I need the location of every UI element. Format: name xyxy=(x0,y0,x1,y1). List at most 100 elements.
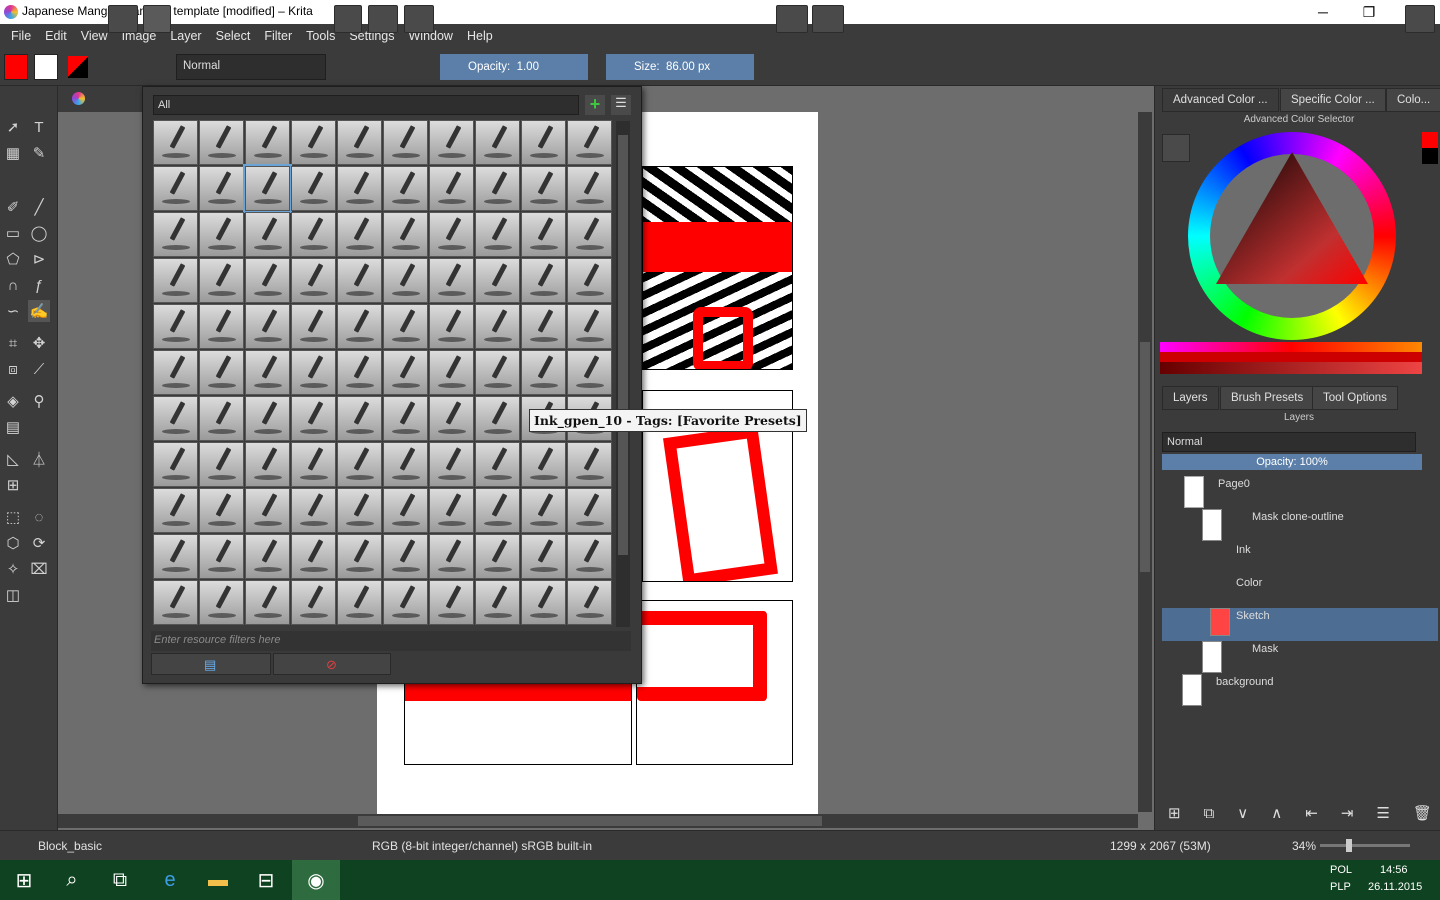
brush-preset-item[interactable] xyxy=(567,488,612,533)
tab-layers[interactable]: Layers xyxy=(1162,386,1219,410)
maximize-button[interactable]: ❐ xyxy=(1346,0,1392,24)
brush-preset-item[interactable] xyxy=(475,488,520,533)
layer-row-selected[interactable]: Sketch xyxy=(1162,608,1438,641)
freehand-path-tool-icon[interactable]: ƒ xyxy=(28,274,50,296)
brush-preset-item[interactable] xyxy=(337,534,382,579)
brush-preset-item[interactable] xyxy=(383,258,428,303)
brush-preset-item[interactable] xyxy=(153,488,198,533)
current-color-swatch[interactable] xyxy=(1422,132,1438,148)
brush-preset-item[interactable] xyxy=(383,488,428,533)
brush-preset-item[interactable] xyxy=(153,120,198,165)
brush-preset-item[interactable] xyxy=(429,442,474,487)
brush-preset-item[interactable] xyxy=(383,442,428,487)
rect-select-tool-icon[interactable]: ⬚ xyxy=(2,506,24,528)
brush-preset-item[interactable] xyxy=(245,396,290,441)
brush-preset-item[interactable] xyxy=(337,212,382,257)
select-shapes-tool-icon[interactable]: ➚ xyxy=(2,116,24,138)
brush-preset-item[interactable] xyxy=(291,166,336,211)
brush-preset-item[interactable] xyxy=(521,488,566,533)
delete-layer-icon[interactable]: 🗑 xyxy=(1413,804,1432,822)
layer-row[interactable]: Page0 xyxy=(1162,476,1438,509)
brush-preset-item[interactable] xyxy=(291,442,336,487)
brush-preset-item[interactable] xyxy=(475,120,520,165)
brush-preset-item[interactable] xyxy=(199,120,244,165)
brush-preset-item[interactable] xyxy=(199,442,244,487)
brush-preset-item[interactable] xyxy=(383,212,428,257)
tag-filter-combo[interactable]: All xyxy=(153,95,579,115)
layer-row[interactable]: Ink xyxy=(1162,542,1438,575)
start-button[interactable]: ⊞ xyxy=(0,860,48,900)
brush-preset-item[interactable] xyxy=(521,212,566,257)
brush-preset-item[interactable] xyxy=(337,580,382,625)
brush-preset-item[interactable] xyxy=(567,442,612,487)
layer-row[interactable]: Mask clone-outline xyxy=(1162,509,1438,542)
gradient-tool-icon[interactable]: ▤ xyxy=(2,416,24,438)
add-layer-icon[interactable]: ⊞ xyxy=(1168,804,1181,822)
brush-preset-item[interactable] xyxy=(337,488,382,533)
brush-preset-item[interactable] xyxy=(337,120,382,165)
polyline-tool-icon[interactable]: ⊳ xyxy=(28,248,50,270)
calligraphy-tool-icon[interactable]: ✎ xyxy=(28,142,50,164)
zoom-slider[interactable] xyxy=(1320,839,1410,852)
brush-preset-item[interactable] xyxy=(521,258,566,303)
brush-preset-item[interactable] xyxy=(153,396,198,441)
mirror-vertical-button[interactable] xyxy=(812,5,844,33)
add-tag-icon[interactable]: + xyxy=(585,95,605,115)
vertical-scrollbar[interactable] xyxy=(1138,112,1152,812)
outdent-layer-icon[interactable]: ⇥ xyxy=(1341,804,1354,822)
freehand-select-tool-icon[interactable]: ⟳ xyxy=(28,532,50,554)
brush-preset-item[interactable] xyxy=(245,534,290,579)
color-slider-saturation[interactable] xyxy=(1160,352,1422,362)
brush-preset-item[interactable] xyxy=(291,120,336,165)
brush-preset-item[interactable] xyxy=(429,396,474,441)
size-slider[interactable]: Size: 86.00 px xyxy=(606,54,754,80)
duplicate-layer-icon[interactable]: ⧉ xyxy=(1204,805,1215,822)
brush-preset-item[interactable] xyxy=(291,580,336,625)
brush-preset-item[interactable] xyxy=(475,534,520,579)
brush-preset-item[interactable] xyxy=(475,166,520,211)
previous-color-swatch[interactable] xyxy=(1422,148,1438,164)
ellipse-select-tool-icon[interactable]: ◌ xyxy=(28,506,50,528)
move-layer-up-icon[interactable]: ∧ xyxy=(1271,804,1282,822)
preset-scrollbar[interactable] xyxy=(616,121,630,627)
brush-preset-item[interactable] xyxy=(153,258,198,303)
search-icon[interactable]: ⌕ xyxy=(48,860,96,900)
brush-preset-item[interactable] xyxy=(153,442,198,487)
hue-ring[interactable] xyxy=(1188,132,1396,340)
layer-row[interactable]: Mask xyxy=(1162,641,1438,674)
brush-preset-item[interactable] xyxy=(521,534,566,579)
brush-preset-item[interactable] xyxy=(291,488,336,533)
horizontal-scrollbar[interactable] xyxy=(58,814,1138,828)
tab-specific-color[interactable]: Specific Color ... xyxy=(1280,88,1386,112)
brush-preset-item[interactable] xyxy=(429,258,474,303)
eraser-mode-button[interactable] xyxy=(334,5,362,33)
brush-preset-item[interactable] xyxy=(383,120,428,165)
brush-preset-item[interactable] xyxy=(521,580,566,625)
tab-tool-options[interactable]: Tool Options xyxy=(1312,386,1398,410)
brush-preset-item[interactable] xyxy=(245,488,290,533)
brush-preset-item[interactable] xyxy=(199,396,244,441)
rectangle-tool-icon[interactable]: ▭ xyxy=(2,222,24,244)
brush-preset-item[interactable] xyxy=(521,442,566,487)
ellipse-tool-icon[interactable]: ◯ xyxy=(28,222,50,244)
brush-preset-item[interactable] xyxy=(245,304,290,349)
resource-filter-input[interactable]: Enter resource filters here xyxy=(151,631,631,651)
assistant-tool-icon[interactable]: ◺ xyxy=(2,448,24,470)
brush-preset-item[interactable] xyxy=(153,304,198,349)
brush-preset-item[interactable] xyxy=(291,304,336,349)
brush-preset-item[interactable] xyxy=(291,258,336,303)
view-mode-icon[interactable]: ☰ xyxy=(611,95,631,115)
brush-preset-item[interactable] xyxy=(429,166,474,211)
brush-preset-item[interactable] xyxy=(291,534,336,579)
krita-taskbar-icon[interactable]: ◉ xyxy=(292,860,340,900)
multibrush-tool-icon[interactable]: ✍ xyxy=(28,300,50,322)
minimize-button[interactable]: ─ xyxy=(1300,0,1346,24)
brush-preset-item[interactable] xyxy=(383,580,428,625)
opacity-slider[interactable]: Opacity: 1.00 xyxy=(440,54,588,80)
fill-tool-icon[interactable]: ◈ xyxy=(2,390,24,412)
menu-select[interactable]: Select xyxy=(209,29,258,43)
gradient-edit-tool-icon[interactable]: ▦ xyxy=(2,142,24,164)
menu-edit[interactable]: Edit xyxy=(38,29,74,43)
brush-preset-item[interactable] xyxy=(429,212,474,257)
tab-color-other[interactable]: Colo... xyxy=(1386,88,1440,112)
